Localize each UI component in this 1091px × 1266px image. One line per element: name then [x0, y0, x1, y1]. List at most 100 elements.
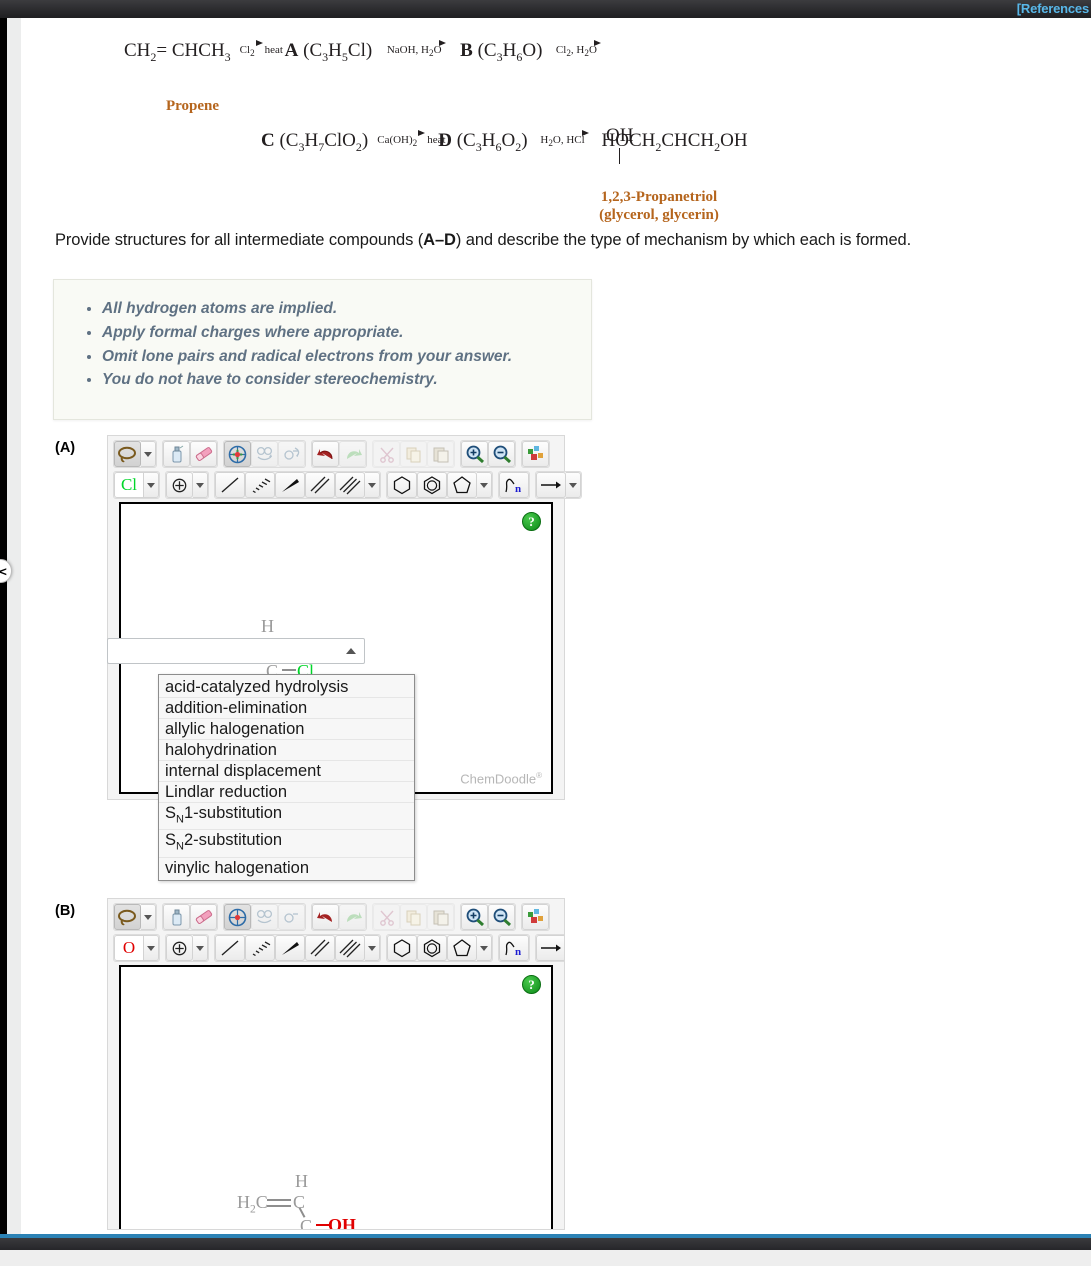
clean-structure-icon[interactable] [251, 441, 278, 467]
center-molecule-icon[interactable] [224, 904, 251, 930]
references-link[interactable]: [References [1017, 1, 1089, 16]
undo-icon[interactable] [312, 441, 339, 467]
chain-n-icon[interactable]: n [499, 472, 529, 498]
menu-item-internal-displacement[interactable]: internal displacement [159, 761, 414, 782]
cyclohexane-ring-icon[interactable] [417, 935, 447, 961]
reaction-arrow-4: Ca(OH)2 heat [374, 130, 445, 149]
color-palette-icon[interactable] [522, 441, 549, 467]
flip-structure-icon[interactable] [278, 904, 305, 930]
eraser-spray-icon[interactable] [163, 904, 190, 930]
erase-tool-group [162, 440, 218, 468]
single-bond-icon[interactable] [215, 935, 245, 961]
bond-dropdown-caret[interactable] [365, 472, 380, 498]
cyclohexane-ring-icon[interactable] [417, 472, 447, 498]
color-palette-icon[interactable] [522, 904, 549, 930]
undo-icon[interactable] [312, 904, 339, 930]
chain-n-icon[interactable]: n [499, 935, 529, 961]
chain-group: n [498, 934, 530, 962]
prompt-text-after: ) and describe the type of mechanism by … [455, 231, 912, 249]
redo-icon[interactable] [339, 441, 366, 467]
chemdoodle-editor-b[interactable]: O n ? H2C H C C OH [107, 898, 565, 1230]
zoom-out-icon[interactable] [488, 441, 515, 467]
page-gutter-left [7, 18, 21, 1234]
menu-item-addition-elimination[interactable]: addition-elimination [159, 698, 414, 719]
element-selector-cl[interactable]: Cl [114, 472, 144, 498]
benzene-ring-icon[interactable] [387, 935, 417, 961]
double-bond-icon[interactable] [305, 935, 335, 961]
arrow-1-above: Cl2 [239, 44, 255, 59]
reaction-scheme-line-2: C (C3H7ClO2) Ca(OH)2 heat D (C3H6O2) H2O… [261, 125, 748, 223]
zoom-in-icon[interactable] [461, 904, 488, 930]
charge-dropdown-caret[interactable] [193, 472, 208, 498]
element-dropdown-caret[interactable] [144, 472, 159, 498]
appearance-tool-group [521, 903, 550, 931]
element-group: O [113, 934, 160, 962]
element-dropdown-caret[interactable] [144, 935, 159, 961]
chemdoodle-canvas-b[interactable]: ? H2C H C C OH [119, 965, 553, 1229]
reaction-arrow-icon[interactable] [536, 472, 566, 498]
left-dark-stripe [0, 18, 7, 1240]
menu-item-sn1-substitution[interactable]: SN1-substitution [159, 803, 414, 831]
arrow-1-below: heat [264, 44, 283, 56]
triple-bond-icon[interactable] [335, 935, 365, 961]
menu-item-allylic-halogenation[interactable]: allylic halogenation [159, 719, 414, 740]
copy-icon[interactable] [400, 904, 427, 930]
lasso-dropdown-caret[interactable] [141, 441, 156, 467]
double-bond-line-2 [267, 1205, 291, 1207]
menu-item-vinylic-halogenation[interactable]: vinylic halogenation [159, 858, 414, 878]
lasso-select-icon[interactable] [114, 441, 141, 467]
charge-icon[interactable] [166, 472, 193, 498]
ring-dropdown-caret[interactable] [477, 935, 492, 961]
menu-item-halohydrination[interactable]: halohydrination [159, 740, 414, 761]
cut-icon[interactable] [373, 904, 400, 930]
menu-item-sn2-substitution[interactable]: SN2-substitution [159, 830, 414, 858]
cyclopentane-ring-icon[interactable] [447, 935, 477, 961]
editor-b-toolbar-row-1 [113, 903, 559, 931]
compound-a-letter: A [284, 40, 299, 62]
wedge-bond-icon[interactable] [275, 472, 305, 498]
triple-bond-icon[interactable] [335, 472, 365, 498]
center-molecule-icon[interactable] [224, 441, 251, 467]
charge-icon[interactable] [166, 935, 193, 961]
glycerol-iupac-name: 1,2,3-Propanetriol [600, 189, 718, 205]
wedge-bond-icon[interactable] [275, 935, 305, 961]
atom-label-h-top: H [261, 616, 274, 636]
double-bond-icon[interactable] [305, 472, 335, 498]
cut-icon[interactable] [373, 441, 400, 467]
mechanism-dropdown-menu[interactable]: acid-catalyzed hydrolysis addition-elimi… [158, 674, 415, 881]
menu-item-acid-catalyzed-hydrolysis[interactable]: acid-catalyzed hydrolysis [159, 677, 414, 698]
appearance-tool-group [521, 440, 550, 468]
lasso-dropdown-caret[interactable] [141, 904, 156, 930]
paste-icon[interactable] [427, 904, 454, 930]
hash-bond-icon[interactable] [245, 935, 275, 961]
sn2-subscript: N [176, 840, 184, 853]
bond-dropdown-caret[interactable] [365, 935, 380, 961]
redo-icon[interactable] [339, 904, 366, 930]
arrow-dropdown-caret[interactable] [566, 472, 581, 498]
lasso-select-icon[interactable] [114, 904, 141, 930]
eraser-spray-icon[interactable] [163, 441, 190, 467]
menu-item-lindlar-reduction[interactable]: Lindlar reduction [159, 782, 414, 803]
hash-bond-icon[interactable] [245, 472, 275, 498]
copy-icon[interactable] [400, 441, 427, 467]
mechanism-select-a[interactable] [107, 638, 365, 664]
reaction-arrow-icon[interactable] [536, 935, 564, 961]
reaction-scheme-line-1: CH2= CHCH3 Cl2 heat A (C3H5Cl) NaOH, H2O… [124, 40, 614, 114]
eraser-icon[interactable] [190, 441, 217, 467]
charge-dropdown-caret[interactable] [193, 935, 208, 961]
ring-group [386, 471, 493, 499]
ring-dropdown-caret[interactable] [477, 472, 492, 498]
paste-icon[interactable] [427, 441, 454, 467]
zoom-out-icon[interactable] [488, 904, 515, 930]
clean-structure-icon[interactable] [251, 904, 278, 930]
flip-structure-icon[interactable] [278, 441, 305, 467]
benzene-ring-icon[interactable] [387, 472, 417, 498]
zoom-in-icon[interactable] [461, 441, 488, 467]
glycerol-names: 1,2,3-Propanetriol (glycerol, glycerin) [564, 188, 754, 224]
compound-b-letter: B [460, 40, 473, 62]
reactant-propene: CH2= CHCH3 [124, 40, 231, 65]
single-bond-icon[interactable] [215, 472, 245, 498]
cyclopentane-ring-icon[interactable] [447, 472, 477, 498]
eraser-icon[interactable] [190, 904, 217, 930]
element-selector-o[interactable]: O [114, 935, 144, 961]
